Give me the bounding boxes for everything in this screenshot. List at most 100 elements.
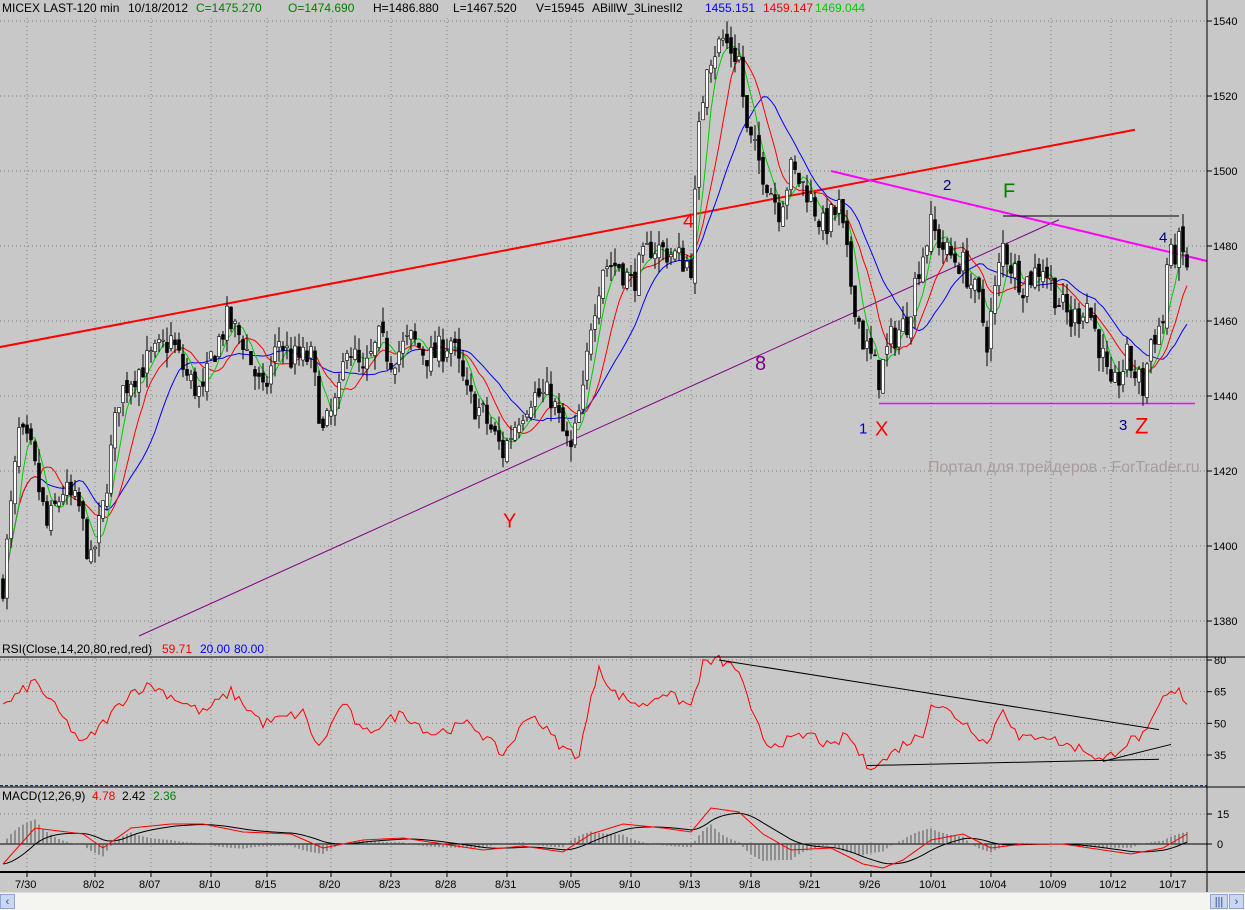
date-tick-label: 8/31 (495, 879, 516, 891)
candle-body (41, 487, 45, 502)
candle-body (945, 241, 949, 255)
candle-body (593, 315, 597, 330)
candle-body (109, 444, 113, 494)
candle-body (809, 193, 813, 202)
candle-body (517, 424, 521, 433)
candle-body (453, 338, 457, 344)
candle-body (753, 139, 757, 141)
candle-body (233, 320, 237, 324)
candle-body (321, 418, 325, 429)
candle-body (985, 326, 989, 353)
candle-body (1077, 308, 1081, 324)
candle-body (1145, 363, 1149, 398)
candle-body (285, 345, 289, 348)
candle-body (493, 425, 497, 432)
rsi-tick-label: 65 (1214, 687, 1226, 699)
horizontal-scrollbar[interactable]: ‹ ||| › (0, 892, 1245, 910)
candle-body (933, 219, 937, 232)
candle-body (93, 546, 97, 550)
candle-body (805, 185, 809, 203)
candle-body (873, 354, 877, 357)
candle-body (861, 320, 865, 350)
candle-body (165, 342, 169, 353)
date-tick-label: 8/28 (435, 879, 456, 891)
candle-body (737, 56, 741, 61)
candle-body (265, 382, 269, 387)
candle-body (1061, 294, 1065, 303)
candle-body (473, 393, 477, 420)
candle-body (225, 305, 229, 341)
candle-body (741, 56, 745, 97)
candle-body (185, 369, 189, 376)
candle-body (1117, 371, 1121, 386)
candle-body (789, 159, 793, 190)
candle-body (957, 265, 961, 274)
candle-body (981, 288, 985, 323)
candle-body (73, 490, 77, 497)
candle-body (181, 353, 185, 370)
candle-body (937, 229, 941, 249)
candle-body (17, 427, 21, 467)
scroll-right-button[interactable]: › (1229, 894, 1244, 909)
candle-body (177, 339, 181, 351)
chart-header: MICEX LAST-120 min 10/18/2012 C=1475.270… (2, 1, 865, 15)
candle-body (713, 56, 717, 69)
candle-body (461, 360, 465, 377)
candle-body (989, 311, 993, 349)
volume-value: V=15945 (536, 1, 585, 15)
price-tick-label: 1440 (1213, 391, 1237, 403)
candle-body (889, 326, 893, 345)
date-tick-label: 8/02 (83, 879, 104, 891)
candle-body (1113, 372, 1117, 383)
candle-body (401, 340, 405, 354)
candle-body (689, 259, 693, 279)
macd-tick-label: 15 (1217, 809, 1229, 821)
candle-body (65, 481, 69, 496)
low-value: L=1467.520 (453, 1, 517, 15)
candle-body (673, 250, 677, 260)
candle-body (1057, 305, 1061, 307)
candle-body (801, 181, 805, 183)
date-tick-label: 10/17 (1159, 879, 1187, 891)
candle-body (117, 407, 121, 414)
candle-body (585, 350, 589, 381)
candle-body (153, 342, 157, 352)
candle-body (561, 407, 565, 432)
date-tick-label: 9/13 (679, 879, 700, 891)
candle-body (553, 401, 557, 408)
candle-body (681, 247, 685, 272)
candle-body (277, 341, 281, 348)
date-label: 10/18/2012 (128, 1, 188, 15)
candle-body (161, 339, 165, 342)
candle-body (1133, 371, 1137, 379)
candle-body (1017, 260, 1021, 293)
candle-body (649, 241, 653, 258)
scroll-left-button[interactable]: ‹ (0, 894, 15, 909)
candle-body (537, 388, 541, 397)
candle-body (633, 271, 637, 291)
candle-body (49, 505, 53, 531)
candle-body (845, 220, 849, 245)
wave-label: 4 (683, 210, 694, 232)
candle-body (725, 33, 729, 44)
candle-body (457, 338, 461, 359)
candle-body (781, 206, 785, 227)
candle-body (221, 334, 225, 340)
scroll-thumb[interactable]: ||| (1210, 894, 1228, 909)
candle-body (717, 38, 721, 54)
candle-body (1025, 276, 1029, 297)
candle-body (621, 263, 625, 286)
macd-hist-value: 2.36 (153, 789, 177, 803)
candle-body (245, 349, 249, 351)
date-tick-label: 9/21 (799, 879, 820, 891)
candle-body (481, 403, 485, 406)
candle-body (1033, 267, 1037, 288)
candle-body (653, 253, 657, 259)
candle-body (1069, 309, 1073, 327)
candle-body (157, 339, 161, 343)
indicator-name: ABillW_3LinesII2 (592, 1, 683, 15)
candle-body (1005, 244, 1009, 265)
candle-body (1121, 371, 1125, 386)
chart-canvas[interactable]: 4 8 Y 1 X 2 F 4 3 Z 1540 1520 1500 1480 1460 1440 1420 1… (0, 0, 1245, 892)
candle-body (313, 350, 317, 373)
